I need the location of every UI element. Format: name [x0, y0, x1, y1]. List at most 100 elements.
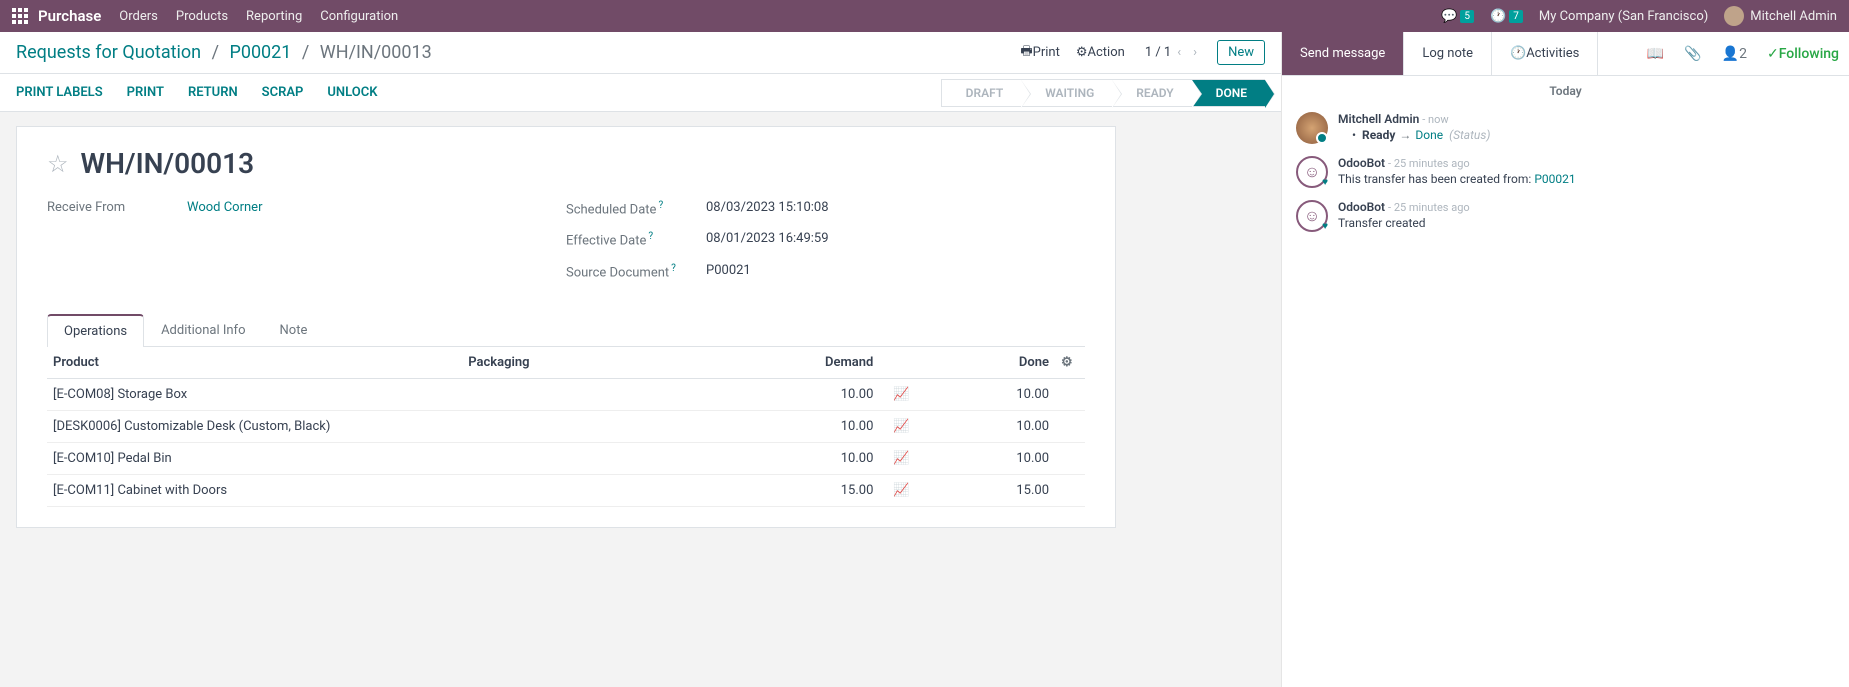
status-draft[interactable]: DRAFT: [941, 79, 1022, 107]
forecast-icon[interactable]: 📈: [893, 451, 909, 466]
pager-prev-icon[interactable]: ‹: [1177, 45, 1181, 60]
value-effective-date: 08/01/2023 16:49:59: [706, 231, 829, 248]
status-waiting[interactable]: WAITING: [1021, 79, 1112, 107]
user-menu[interactable]: Mitchell Admin: [1724, 6, 1837, 26]
action-return[interactable]: RETURN: [188, 85, 238, 100]
form-sheet: ☆ WH/IN/00013 Receive From Wood Corner S…: [16, 126, 1116, 528]
label-scheduled-date: Scheduled Date?: [566, 200, 706, 217]
button-bar: PRINT LABELS PRINT RETURN SCRAP UNLOCK D…: [0, 74, 1281, 112]
status-ready[interactable]: READY: [1112, 79, 1191, 107]
control-panel: Requests for Quotation / P00021 / WH/IN/…: [0, 32, 1281, 74]
menu-products[interactable]: Products: [176, 9, 228, 24]
message-time: - 25 minutes ago: [1388, 157, 1470, 170]
status-done[interactable]: DONE: [1192, 79, 1265, 107]
breadcrumb-root[interactable]: Requests for Quotation: [16, 42, 201, 63]
cell-product[interactable]: [E-COM10] Pedal Bin: [47, 442, 462, 474]
pager-next-icon[interactable]: ›: [1193, 45, 1197, 60]
cell-done[interactable]: 10.00: [916, 442, 1055, 474]
message: ☺OdooBot - 25 minutes agoTransfer create…: [1282, 194, 1849, 238]
operations-table: Product Packaging Demand Done ⚙ [E-COM08…: [47, 347, 1085, 507]
message-avatar: ☺: [1296, 156, 1328, 188]
cell-product[interactable]: [DESK0006] Customizable Desk (Custom, Bl…: [47, 410, 462, 442]
new-button[interactable]: New: [1217, 40, 1265, 65]
menu-reporting[interactable]: Reporting: [246, 9, 302, 24]
record-title: WH/IN/00013: [81, 147, 255, 180]
table-row[interactable]: [E-COM10] Pedal Bin 10.00 📈 10.00: [47, 442, 1085, 474]
cell-packaging[interactable]: [462, 474, 691, 506]
help-icon[interactable]: ?: [671, 263, 676, 274]
message: Mitchell Admin - now• Ready→Done (Status…: [1282, 106, 1849, 150]
message-avatar: [1296, 112, 1328, 144]
chatter-panel: Send message Log note 🕐 Activities 📖 📎 👤…: [1281, 32, 1849, 687]
label-receive-from: Receive From: [47, 200, 187, 215]
tab-note[interactable]: Note: [263, 314, 325, 346]
cell-demand[interactable]: 10.00: [691, 378, 879, 410]
message-link[interactable]: P00021: [1534, 172, 1575, 186]
message-author[interactable]: Mitchell Admin: [1338, 112, 1419, 126]
col-product[interactable]: Product: [47, 347, 462, 379]
favorite-star-icon[interactable]: ☆: [47, 150, 69, 178]
pager: 1 / 1 ‹ ›: [1145, 45, 1203, 60]
help-icon[interactable]: ?: [648, 231, 653, 242]
print-button[interactable]: 🖶 Print: [1020, 42, 1059, 64]
cell-done[interactable]: 10.00: [916, 410, 1055, 442]
menu-configuration[interactable]: Configuration: [320, 9, 398, 24]
message-time: - 25 minutes ago: [1388, 201, 1470, 214]
log-note-button[interactable]: Log note: [1404, 32, 1492, 75]
cell-demand[interactable]: 15.00: [691, 474, 879, 506]
value-source-document: P00021: [706, 263, 751, 280]
col-done[interactable]: Done: [916, 347, 1055, 379]
action-print-labels[interactable]: PRINT LABELS: [16, 85, 103, 100]
avatar: [1724, 6, 1744, 26]
cell-done[interactable]: 10.00: [916, 378, 1055, 410]
form-tabs: Operations Additional Info Note: [47, 314, 1085, 347]
cell-demand[interactable]: 10.00: [691, 410, 879, 442]
apps-icon[interactable]: [12, 8, 28, 24]
table-row[interactable]: [DESK0006] Customizable Desk (Custom, Bl…: [47, 410, 1085, 442]
followers-button[interactable]: 👤2: [1712, 32, 1757, 75]
messaging-icon[interactable]: 💬5: [1441, 9, 1474, 24]
activities-button[interactable]: 🕐 Activities: [1492, 32, 1598, 75]
action-print[interactable]: PRINT: [127, 85, 164, 100]
cell-product[interactable]: [E-COM11] Cabinet with Doors: [47, 474, 462, 506]
value-scheduled-date: 08/03/2023 15:10:08: [706, 200, 829, 217]
message-time: - now: [1422, 113, 1448, 126]
label-source-document: Source Document?: [566, 263, 706, 280]
col-demand[interactable]: Demand: [691, 347, 879, 379]
col-packaging[interactable]: Packaging: [462, 347, 691, 379]
breadcrumb-parent[interactable]: P00021: [229, 42, 291, 63]
tab-additional-info[interactable]: Additional Info: [144, 314, 262, 346]
forecast-icon[interactable]: 📈: [893, 483, 909, 498]
column-options-icon[interactable]: ⚙: [1061, 355, 1073, 370]
action-button[interactable]: ⚙ Action: [1076, 45, 1125, 60]
app-brand[interactable]: Purchase: [38, 7, 101, 25]
cell-done[interactable]: 15.00: [916, 474, 1055, 506]
cell-demand[interactable]: 10.00: [691, 442, 879, 474]
user-name: Mitchell Admin: [1750, 9, 1837, 24]
action-scrap[interactable]: SCRAP: [262, 85, 304, 100]
message: ☺OdooBot - 25 minutes agoThis transfer h…: [1282, 150, 1849, 194]
message-author[interactable]: OdooBot: [1338, 200, 1385, 214]
company-switcher[interactable]: My Company (San Francisco): [1539, 9, 1708, 24]
forecast-icon[interactable]: 📈: [893, 387, 909, 402]
table-row[interactable]: [E-COM11] Cabinet with Doors 15.00 📈 15.00: [47, 474, 1085, 506]
send-message-button[interactable]: Send message: [1282, 32, 1404, 75]
forecast-icon[interactable]: 📈: [893, 419, 909, 434]
value-receive-from[interactable]: Wood Corner: [187, 200, 262, 215]
table-row[interactable]: [E-COM08] Storage Box 10.00 📈 10.00: [47, 378, 1085, 410]
pager-text[interactable]: 1 / 1: [1145, 45, 1171, 60]
action-unlock[interactable]: UNLOCK: [327, 85, 377, 100]
cell-packaging[interactable]: [462, 410, 691, 442]
cell-packaging[interactable]: [462, 378, 691, 410]
following-button[interactable]: ✓ Following: [1757, 32, 1849, 75]
breadcrumb: Requests for Quotation / P00021 / WH/IN/…: [16, 42, 432, 63]
book-icon[interactable]: 📖: [1637, 32, 1674, 75]
cell-product[interactable]: [E-COM08] Storage Box: [47, 378, 462, 410]
cell-packaging[interactable]: [462, 442, 691, 474]
activities-icon[interactable]: 🕐7: [1490, 9, 1523, 24]
menu-orders[interactable]: Orders: [119, 9, 158, 24]
help-icon[interactable]: ?: [658, 200, 663, 211]
tab-operations[interactable]: Operations: [47, 314, 144, 347]
attachment-icon[interactable]: 📎: [1674, 32, 1711, 75]
message-author[interactable]: OdooBot: [1338, 156, 1385, 170]
